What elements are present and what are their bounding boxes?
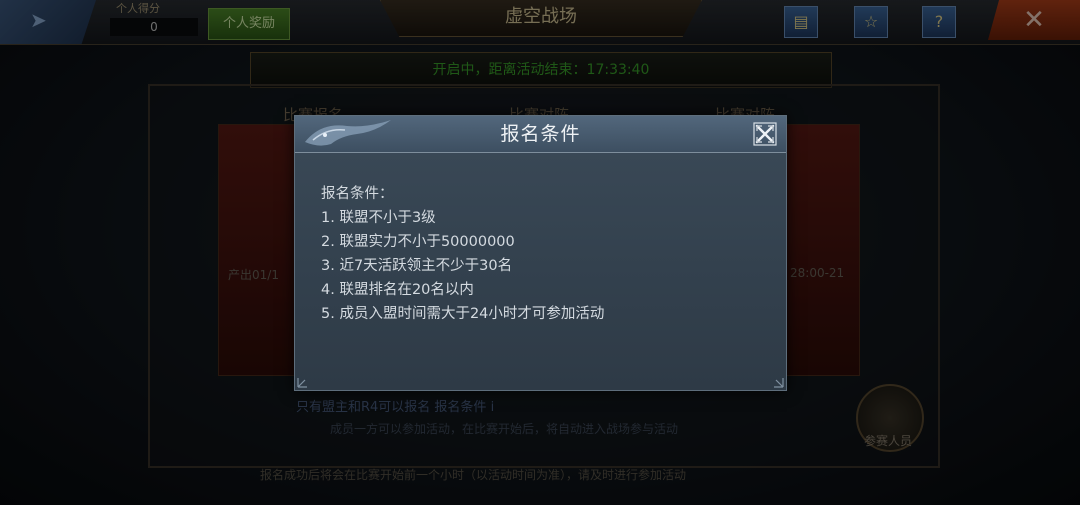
dialog-header: 报名条件 [295, 116, 786, 153]
dialog-body: 报名条件： 1. 联盟不小于3级 2. 联盟实力不小于50000000 3. 近… [321, 182, 761, 326]
crossed-swords-close-icon[interactable] [753, 122, 777, 146]
condition-item: 2. 联盟实力不小于50000000 [321, 234, 515, 250]
game-screen: ➤ 个人得分 0 个人奖励 虚空战场 ▤ ☆ ? ✕ 开启中，距离活动结束：17… [0, 0, 1080, 505]
condition-item: 4. 联盟排名在20名以内 [321, 282, 474, 298]
corner-ornament-icon [297, 378, 307, 388]
condition-item: 3. 近7天活跃领主不少于30名 [321, 258, 513, 274]
dialog-title: 报名条件 [500, 123, 581, 145]
condition-item: 1. 联盟不小于3级 [321, 210, 436, 226]
conditions-heading: 报名条件： [321, 186, 394, 202]
signup-conditions-dialog: 报名条件 报名条件： 1. 联盟不小于3级 2. 联盟实力不小于50000000… [294, 115, 787, 391]
corner-ornament-icon [774, 378, 784, 388]
condition-item: 5. 成员入盟时间需大于24小时才可参加活动 [321, 306, 605, 322]
